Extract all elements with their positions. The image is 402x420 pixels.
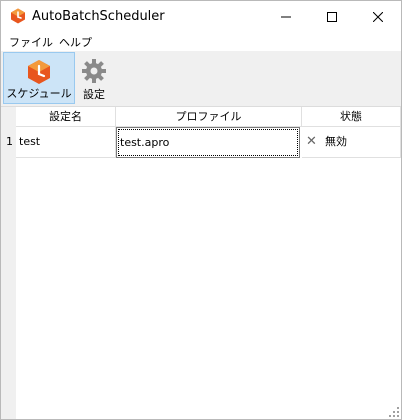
cell-status[interactable]: ✕ 無効 xyxy=(302,127,401,158)
maximize-icon xyxy=(327,11,337,22)
column-header-status[interactable]: 状態 xyxy=(302,107,401,127)
schedule-grid: 1 設定名 プロファイル 状態 test test.apro ✕ 無効 xyxy=(1,107,401,419)
maximize-button[interactable] xyxy=(309,1,355,32)
window-title: AutoBatchScheduler xyxy=(32,9,165,24)
minimize-icon xyxy=(281,16,291,17)
gear-icon xyxy=(82,59,106,83)
title-bar: AutoBatchScheduler xyxy=(1,1,401,32)
menu-bar: ファイル ヘルプ xyxy=(1,32,401,51)
app-icon xyxy=(11,8,25,24)
row-number: 1 xyxy=(6,135,13,148)
schedule-button[interactable]: スケジュール xyxy=(3,52,75,104)
grid-body: 設定名 プロファイル 状態 test test.apro ✕ 無効 xyxy=(16,107,401,419)
row-header-column: 1 xyxy=(1,107,16,419)
menu-help[interactable]: ヘルプ xyxy=(59,34,92,50)
resize-grip-icon[interactable] xyxy=(389,407,399,417)
cell-name[interactable]: test xyxy=(16,127,116,158)
minimize-button[interactable] xyxy=(263,1,309,32)
toolbar: スケジュール 設定 xyxy=(1,51,401,107)
menu-file[interactable]: ファイル xyxy=(9,34,53,50)
app-window: AutoBatchScheduler ファイル ヘルプ スケジュール 設定 1 … xyxy=(0,0,402,420)
status-text: 無効 xyxy=(325,135,347,148)
settings-label: 設定 xyxy=(83,88,105,101)
column-header-name[interactable]: 設定名 xyxy=(16,107,116,127)
schedule-label: スケジュール xyxy=(6,87,72,100)
close-icon xyxy=(373,11,383,22)
close-button[interactable] xyxy=(355,1,401,32)
schedule-icon xyxy=(28,60,50,84)
settings-button[interactable]: 設定 xyxy=(77,52,111,104)
cell-profile[interactable]: test.apro xyxy=(116,127,300,158)
column-header-profile[interactable]: プロファイル xyxy=(116,107,302,127)
close-icon: ✕ xyxy=(306,134,317,149)
